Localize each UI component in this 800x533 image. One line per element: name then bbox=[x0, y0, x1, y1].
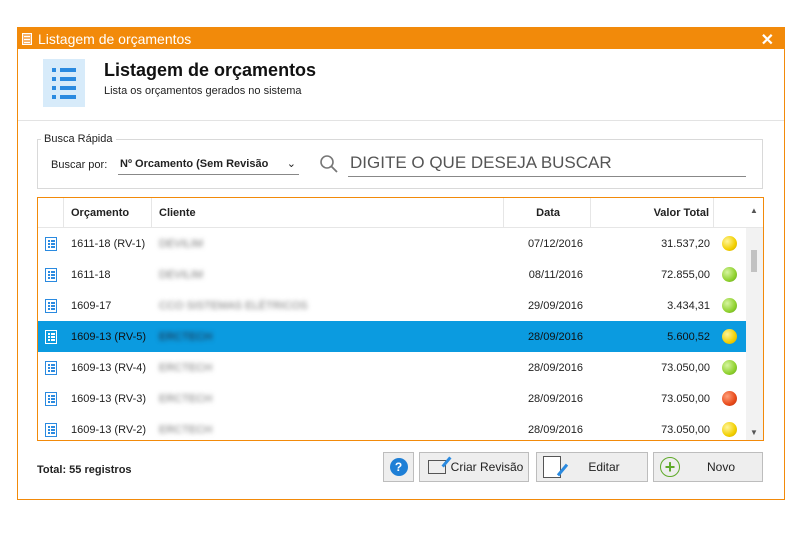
quotes-window: Listagem de orçamentos ✕ Listagem de orç… bbox=[17, 27, 785, 500]
document-icon bbox=[45, 329, 57, 344]
cell-valor: 73.050,00 bbox=[661, 392, 710, 405]
cell-cliente: CCO SISTEMAS ELÉTRICOS bbox=[159, 299, 308, 312]
cell-valor: 3.434,31 bbox=[667, 299, 710, 312]
total-records: Total: 55 registros bbox=[37, 464, 132, 476]
quick-search-label: Busca Rápida bbox=[41, 133, 116, 145]
close-icon[interactable]: ✕ bbox=[761, 30, 774, 50]
title-bar[interactable]: Listagem de orçamentos ✕ bbox=[18, 28, 784, 49]
header-divider bbox=[18, 120, 784, 121]
status-indicator-icon bbox=[722, 422, 737, 437]
create-revision-label: Criar Revisão bbox=[450, 460, 524, 474]
edit-label: Editar bbox=[588, 460, 620, 474]
table-row[interactable]: 1609-13 (RV-5) ERCTECH 28/09/2016 5.600,52 bbox=[38, 321, 747, 352]
cell-orcamento: 1611-18 bbox=[71, 268, 111, 281]
page-header: Listagem de orçamentos Lista os orçament… bbox=[18, 49, 784, 119]
cell-cliente: ERCTECH bbox=[159, 423, 213, 436]
search-by-value: Nº Orcamento (Sem Revisão bbox=[120, 158, 269, 170]
cell-data: 28/09/2016 bbox=[527, 330, 583, 343]
cell-orcamento: 1609-13 (RV-3) bbox=[71, 392, 147, 405]
cell-data: 29/09/2016 bbox=[527, 299, 583, 312]
cell-valor: 31.537,20 bbox=[661, 237, 710, 250]
page-title: Listagem de orçamentos bbox=[104, 60, 317, 80]
cell-data: 28/09/2016 bbox=[527, 392, 583, 405]
cell-valor: 5.600,52 bbox=[667, 330, 710, 343]
document-icon bbox=[45, 391, 57, 406]
table-row[interactable]: 1609-13 (RV-4) ERCTECH 28/09/2016 73.050,00 bbox=[38, 352, 747, 383]
document-icon bbox=[45, 298, 57, 313]
search-input[interactable] bbox=[348, 150, 746, 177]
document-icon bbox=[45, 267, 57, 282]
table-row[interactable]: 1611-18 (RV-1) DEVILIM 07/12/2016 31.537,20 bbox=[38, 228, 747, 259]
cell-cliente: ERCTECH bbox=[159, 392, 213, 405]
page-subtitle: Lista os orçamentos gerados no sistema bbox=[104, 85, 302, 97]
status-indicator-icon bbox=[722, 236, 737, 251]
edit-button[interactable]: Editar bbox=[536, 452, 648, 482]
create-revision-button[interactable]: Criar Revisão bbox=[419, 452, 529, 482]
search-by-label: Buscar por: bbox=[51, 159, 108, 171]
column-header-cliente[interactable]: Cliente bbox=[152, 198, 504, 227]
status-indicator-icon bbox=[722, 360, 737, 375]
list-icon bbox=[43, 59, 85, 107]
cell-orcamento: 1609-13 (RV-4) bbox=[71, 361, 147, 374]
window-title: Listagem de orçamentos bbox=[38, 30, 192, 47]
quotes-table: Orçamento Cliente Data Valor Total 1611-… bbox=[37, 197, 764, 441]
status-indicator-icon bbox=[722, 329, 737, 344]
column-header-data[interactable]: Data bbox=[504, 198, 591, 227]
document-icon bbox=[45, 360, 57, 375]
cell-orcamento: 1611-18 (RV-1) bbox=[71, 237, 146, 250]
create-revision-icon bbox=[428, 460, 446, 474]
table-row[interactable]: 1611-18 DEVILIM 08/11/2016 72.855,00 bbox=[38, 259, 747, 290]
search-by-select[interactable]: Nº Orcamento (Sem Revisão ⌄ bbox=[118, 155, 299, 175]
scrollbar-thumb[interactable] bbox=[751, 250, 757, 272]
cell-valor: 73.050,00 bbox=[661, 423, 710, 436]
cell-orcamento: 1609-13 (RV-2) bbox=[71, 423, 147, 436]
cell-cliente: DEVILIM bbox=[159, 237, 204, 250]
status-indicator-icon bbox=[722, 267, 737, 282]
cell-data: 28/09/2016 bbox=[527, 361, 583, 374]
cell-data: 07/12/2016 bbox=[527, 237, 583, 250]
table-row[interactable]: 1609-13 (RV-3) ERCTECH 28/09/2016 73.050,00 bbox=[38, 383, 747, 414]
cell-cliente: ERCTECH bbox=[159, 330, 213, 343]
cell-orcamento: 1609-17 bbox=[71, 299, 112, 312]
chevron-down-icon: ⌄ bbox=[286, 158, 296, 170]
plus-icon: + bbox=[660, 457, 680, 477]
cell-valor: 72.855,00 bbox=[661, 268, 710, 281]
cell-data: 08/11/2016 bbox=[528, 268, 583, 281]
table-header: Orçamento Cliente Data Valor Total bbox=[38, 198, 763, 228]
document-icon bbox=[45, 422, 57, 437]
table-row[interactable]: 1609-13 (RV-2) ERCTECH 28/09/2016 73.050,00 bbox=[38, 414, 747, 440]
new-label: Novo bbox=[706, 460, 735, 474]
help-icon: ? bbox=[389, 458, 408, 476]
table-row[interactable]: 1609-17 CCO SISTEMAS ELÉTRICOS 29/09/2016 3… bbox=[38, 290, 747, 321]
edit-icon bbox=[543, 456, 561, 478]
scroll-down-icon[interactable]: ▼ bbox=[750, 428, 758, 437]
status-indicator-icon bbox=[722, 391, 737, 406]
cell-cliente: ERCTECH bbox=[159, 361, 213, 374]
column-header-orcamento[interactable]: Orçamento bbox=[64, 198, 152, 227]
help-button[interactable]: ? bbox=[383, 452, 414, 482]
cell-cliente: DEVILIM bbox=[159, 268, 204, 281]
new-button[interactable]: + Novo bbox=[653, 452, 763, 482]
cell-orcamento: 1609-13 (RV-5) bbox=[71, 330, 147, 343]
table-body: 1611-18 (RV-1) DEVILIM 07/12/2016 31.537,20… bbox=[38, 228, 747, 440]
column-header-valor[interactable]: Valor Total bbox=[591, 198, 714, 227]
document-icon bbox=[45, 236, 57, 251]
scroll-up-icon[interactable]: ▲ bbox=[750, 206, 758, 215]
status-indicator-icon bbox=[722, 298, 737, 313]
search-icon bbox=[320, 155, 338, 173]
window-app-icon bbox=[22, 32, 32, 45]
cell-data: 28/09/2016 bbox=[527, 423, 583, 436]
cell-valor: 73.050,00 bbox=[661, 361, 710, 374]
scrollbar[interactable]: ▲ ▼ bbox=[746, 206, 763, 440]
